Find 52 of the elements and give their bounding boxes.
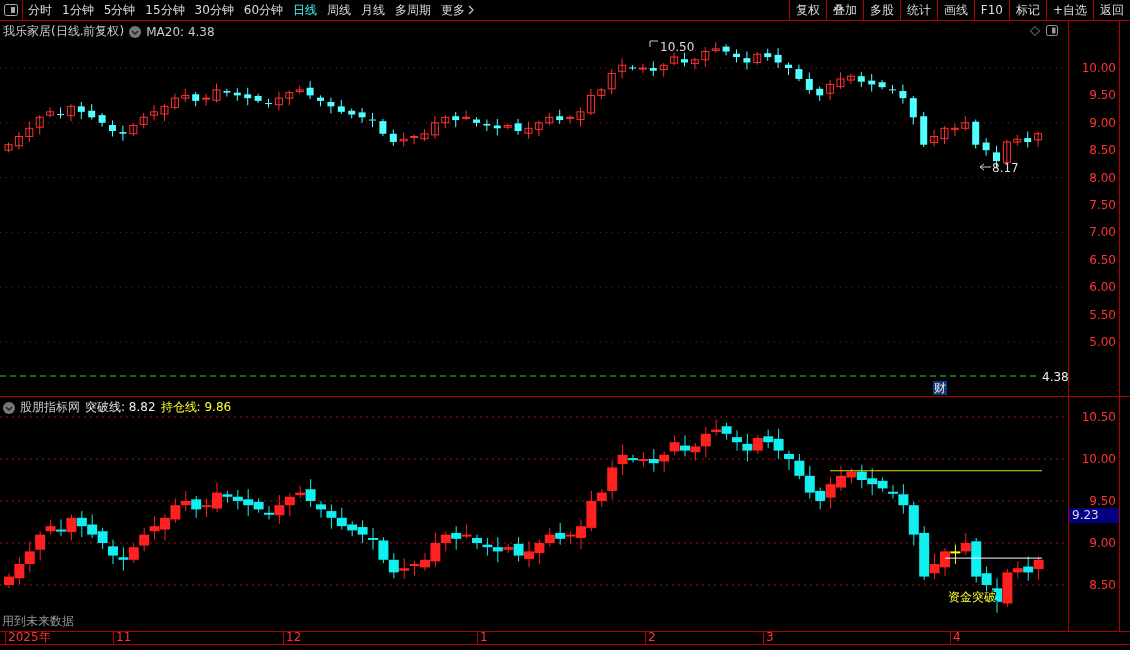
axis-label: 5.00 xyxy=(1089,335,1116,349)
time-label: 1 xyxy=(477,631,488,644)
axis-label: 8.50 xyxy=(1089,143,1116,158)
breakout-value: 突破线: 8.82 xyxy=(85,399,156,416)
time-label: 4 xyxy=(950,631,961,644)
toolbar-button[interactable]: 叠加 xyxy=(825,0,863,20)
current-value-tag: 9.23 xyxy=(1069,508,1119,523)
indicator-name: 股朋指标网 xyxy=(20,399,80,416)
period-tab[interactable]: 分时 xyxy=(23,0,57,20)
period-tab[interactable]: 日线 xyxy=(288,0,323,20)
axis-label: 10.50 xyxy=(1081,410,1116,424)
axis-label: 6.00 xyxy=(1089,280,1116,295)
holding-value: 持仓线: 9.86 xyxy=(160,399,232,416)
axis-label: 9.50 xyxy=(1089,88,1116,103)
axis-label: 9.50 xyxy=(1089,494,1116,508)
axis-label: 9.00 xyxy=(1089,536,1116,550)
warning-text: 用到未来数据 xyxy=(2,613,74,630)
toolbar-button[interactable]: 多股 xyxy=(862,0,900,20)
finance-badge[interactable]: 财 xyxy=(933,381,947,395)
axis-label: 8.00 xyxy=(1089,170,1116,185)
toolbar-button[interactable]: 返回 xyxy=(1093,0,1130,20)
ma-label: MA20: 4.38 xyxy=(146,24,215,39)
chart-title: 我乐家居(日线.前复权) xyxy=(3,23,125,40)
axis-label: 7.00 xyxy=(1089,225,1116,240)
period-tab[interactable]: 15分钟 xyxy=(140,0,190,20)
time-label: 2 xyxy=(645,631,656,644)
axis-label: 5.50 xyxy=(1089,307,1116,322)
axis-label: 7.50 xyxy=(1089,198,1116,212)
ma-value: 4.38 xyxy=(1042,370,1068,384)
period-tab[interactable]: 1分钟 xyxy=(57,0,99,20)
axis-label: 8.50 xyxy=(1089,578,1116,592)
period-tab[interactable]: 5分钟 xyxy=(98,0,141,20)
axis-label: 10.00 xyxy=(1081,61,1116,75)
period-tab[interactable]: 月线 xyxy=(356,0,391,20)
time-label: 3 xyxy=(763,631,774,644)
time-label: 2025年 xyxy=(5,631,51,644)
axis-label: 10.00 xyxy=(1081,452,1116,466)
period-tab[interactable]: 周线 xyxy=(322,0,357,20)
toolbar-button[interactable]: 标记 xyxy=(1008,0,1046,20)
toolbar-button[interactable]: +自选 xyxy=(1045,0,1093,20)
time-label: 11 xyxy=(113,631,132,644)
toolbar-button[interactable]: 复权 xyxy=(788,0,826,20)
period-tab[interactable]: 30分钟 xyxy=(189,0,239,20)
time-label: 12 xyxy=(283,631,302,644)
toolbar-button[interactable]: 统计 xyxy=(899,0,937,20)
period-tab[interactable]: 60分钟 xyxy=(238,0,289,20)
toolbar-button[interactable]: 画线 xyxy=(936,0,974,20)
period-tab[interactable]: 更多 xyxy=(436,0,471,20)
axis-label: 9.00 xyxy=(1089,115,1116,130)
period-tab[interactable]: 多周期 xyxy=(390,0,437,20)
axis-label: 6.50 xyxy=(1089,252,1116,267)
toolbar-button[interactable]: F10 xyxy=(973,0,1009,20)
